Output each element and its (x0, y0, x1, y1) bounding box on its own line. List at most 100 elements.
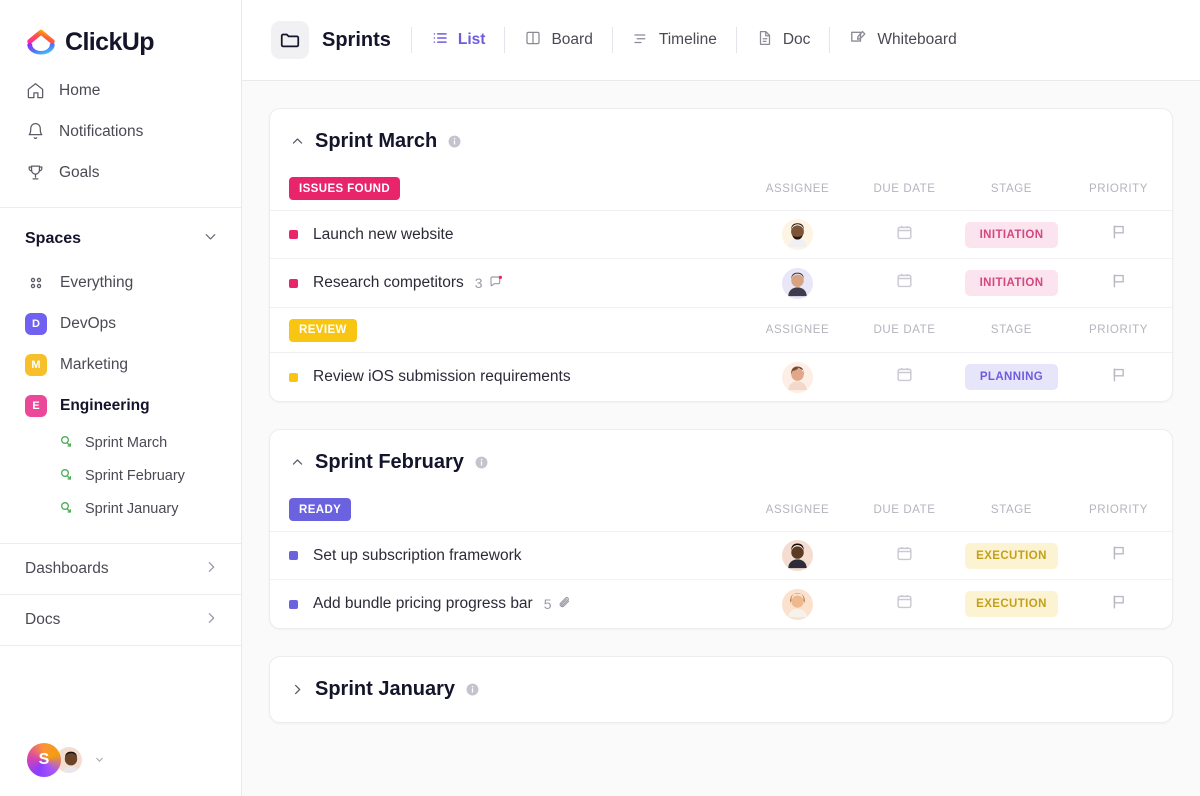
cell-assignee[interactable] (744, 540, 851, 571)
cell-priority[interactable] (1065, 592, 1172, 617)
cell-stage[interactable]: INITIATION (958, 221, 1065, 248)
task-attachment-count[interactable]: 5 (544, 595, 573, 614)
sidebar-item-marketing[interactable]: M Marketing (0, 344, 241, 385)
column-header-stage[interactable]: STAGE (958, 183, 1065, 195)
calendar-icon[interactable] (895, 271, 914, 295)
cell-stage[interactable]: EXECUTION (958, 542, 1065, 569)
column-header-stage[interactable]: STAGE (958, 324, 1065, 336)
cell-due-date[interactable] (851, 592, 958, 616)
info-icon[interactable] (447, 134, 462, 149)
column-header-due-date[interactable]: DUE DATE (851, 183, 958, 195)
sidebar-item-everything[interactable]: Everything (0, 262, 241, 303)
info-icon[interactable] (465, 682, 480, 697)
cell-priority[interactable] (1065, 543, 1172, 568)
column-header-due-date[interactable]: DUE DATE (851, 324, 958, 336)
avatar[interactable] (782, 219, 813, 250)
status-badge[interactable]: ISSUES FOUND (289, 177, 401, 200)
calendar-icon[interactable] (895, 223, 914, 247)
chevron-right-icon[interactable] (289, 682, 305, 697)
status-badge[interactable]: REVIEW (289, 318, 357, 342)
flag-icon[interactable] (1109, 271, 1129, 296)
stage-badge[interactable]: INITIATION (965, 270, 1058, 296)
spaces-section-header[interactable]: Spaces (0, 216, 241, 262)
stage-badge[interactable]: EXECUTION (965, 542, 1058, 569)
task-status-dot[interactable] (289, 599, 298, 609)
chevron-up-icon[interactable] (289, 134, 305, 149)
sidebar-item-sprint-february[interactable]: Sprint February (0, 459, 241, 492)
workspace-avatar[interactable]: S (27, 743, 61, 777)
tab-doc[interactable]: Doc (737, 21, 830, 59)
calendar-icon[interactable] (895, 365, 914, 389)
cell-assignee[interactable] (744, 267, 851, 299)
flag-icon[interactable] (1109, 543, 1129, 568)
cell-due-date[interactable] (851, 223, 958, 247)
cell-priority[interactable] (1065, 222, 1172, 247)
cell-stage[interactable]: PLANNING (958, 364, 1065, 390)
cell-assignee[interactable] (744, 361, 851, 393)
cell-stage[interactable]: EXECUTION (958, 591, 1065, 617)
sidebar-item-dashboards[interactable]: Dashboards (0, 544, 241, 594)
calendar-icon[interactable] (895, 544, 914, 568)
column-header-priority[interactable]: PRIORITY (1065, 324, 1172, 336)
avatar[interactable] (782, 588, 813, 620)
sidebar-item-engineering[interactable]: E Engineering (0, 385, 241, 426)
cell-stage[interactable]: INITIATION (958, 270, 1065, 296)
table-row[interactable]: Add bundle pricing progress bar 5 EXECUT… (270, 580, 1172, 628)
sidebar-item-docs[interactable]: Docs (0, 595, 241, 645)
tab-timeline[interactable]: Timeline (613, 21, 736, 59)
table-row[interactable]: Launch new website INITIATION (270, 211, 1172, 259)
cell-due-date[interactable] (851, 271, 958, 295)
avatar[interactable] (782, 361, 813, 393)
avatar[interactable] (782, 540, 813, 571)
task-status-dot[interactable] (289, 372, 298, 382)
sidebar-item-home[interactable]: Home (0, 70, 241, 111)
flag-icon[interactable] (1109, 222, 1129, 247)
table-row[interactable]: Set up subscription framework EXECUTION (270, 532, 1172, 580)
table-row[interactable]: Review iOS submission requirements PLANN… (270, 353, 1172, 401)
cell-priority[interactable] (1065, 365, 1172, 390)
task-status-dot[interactable] (289, 230, 298, 239)
sidebar-item-sprint-january[interactable]: Sprint January (0, 492, 241, 525)
chevron-up-icon[interactable] (289, 455, 305, 470)
task-comment-count[interactable]: 3 (475, 274, 504, 293)
flag-icon[interactable] (1109, 592, 1129, 617)
task-status-dot[interactable] (289, 551, 298, 560)
stage-badge[interactable]: PLANNING (965, 364, 1058, 390)
column-header-priority[interactable]: PRIORITY (1065, 504, 1172, 516)
tab-whiteboard[interactable]: Whiteboard (830, 21, 975, 59)
table-row[interactable]: Research competitors 3 INITIATION (270, 259, 1172, 307)
column-header-assignee[interactable]: ASSIGNEE (744, 504, 851, 516)
calendar-icon[interactable] (895, 592, 914, 616)
sidebar-item-notifications[interactable]: Notifications (0, 111, 241, 152)
status-badge[interactable]: READY (289, 498, 352, 521)
column-header-due-date[interactable]: DUE DATE (851, 504, 958, 516)
sidebar-item-sprint-march[interactable]: Sprint March (0, 426, 241, 459)
stage-badge[interactable]: EXECUTION (965, 591, 1058, 617)
cell-due-date[interactable] (851, 544, 958, 568)
task-status-dot[interactable] (289, 278, 298, 288)
column-header-assignee[interactable]: ASSIGNEE (744, 324, 851, 336)
cell-assignee[interactable] (744, 588, 851, 620)
avatar[interactable] (782, 267, 813, 299)
sprint-header-march[interactable]: Sprint March (270, 109, 1172, 167)
chevron-down-icon[interactable] (94, 754, 105, 767)
sidebar-item-goals[interactable]: Goals (0, 152, 241, 193)
stage-badge[interactable]: INITIATION (965, 221, 1058, 248)
tab-board[interactable]: Board (505, 21, 611, 59)
user-menu[interactable]: S (0, 724, 241, 796)
chevron-down-icon[interactable] (202, 228, 219, 250)
cell-due-date[interactable] (851, 365, 958, 389)
column-header-priority[interactable]: PRIORITY (1065, 183, 1172, 195)
tab-list[interactable]: List (412, 21, 505, 59)
flag-icon[interactable] (1109, 365, 1129, 390)
folder-icon[interactable] (271, 21, 309, 59)
column-header-stage[interactable]: STAGE (958, 504, 1065, 516)
sprint-header-january[interactable]: Sprint January (270, 657, 1172, 722)
sprint-header-february[interactable]: Sprint February (270, 430, 1172, 488)
app-logo[interactable]: ClickUp (0, 0, 241, 62)
column-header-assignee[interactable]: ASSIGNEE (744, 183, 851, 195)
cell-assignee[interactable] (744, 219, 851, 250)
cell-priority[interactable] (1065, 271, 1172, 296)
info-icon[interactable] (474, 455, 489, 470)
sidebar-item-devops[interactable]: D DevOps (0, 303, 241, 344)
